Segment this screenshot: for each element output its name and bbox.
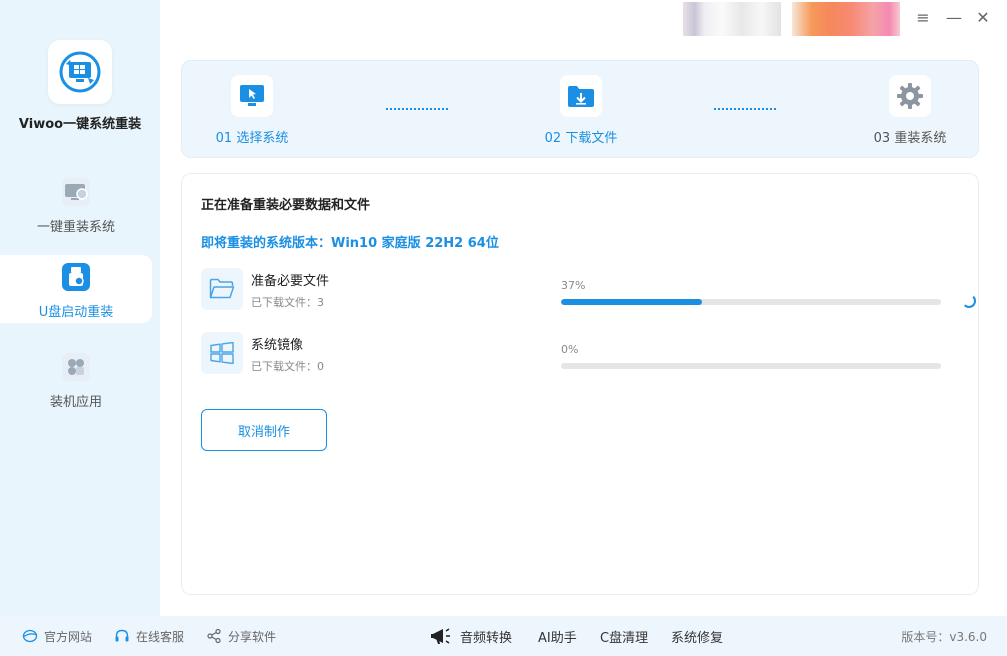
footer-link-label: AI助手 xyxy=(538,630,577,646)
task-row-system-image: 系统镜像 已下载文件：0 0% xyxy=(201,332,961,378)
c-drive-cleanup-link[interactable]: C盘清理 xyxy=(600,616,648,656)
system-version: 即将重装的系统版本：Win10 家庭版 22H2 64位 xyxy=(201,236,499,251)
headset-icon xyxy=(115,629,129,642)
share-icon xyxy=(207,628,221,644)
sidebar-item-usb-reinstall[interactable]: U盘启动重装 xyxy=(0,255,152,323)
sidebar-item-one-click-reinstall[interactable]: 一键重装系统 xyxy=(0,170,152,238)
step-download-files: 02 下载文件 xyxy=(521,75,641,146)
cancel-button[interactable]: 取消制作 xyxy=(201,409,327,451)
footer: 官方网站 在线客服 分享软件 音频转换 AI助手 C盘清理 系统修复 版本号：v… xyxy=(0,616,1007,656)
system-repair-link[interactable]: 系统修复 xyxy=(671,616,723,656)
task-downloaded-count: 已下载文件：0 xyxy=(251,360,324,373)
gear-icon xyxy=(889,75,931,117)
step-select-system: 01 选择系统 xyxy=(192,75,312,146)
main-panel: 正在准备重装必要数据和文件 即将重装的系统版本：Win10 家庭版 22H2 6… xyxy=(181,173,979,595)
step-progress: 01 选择系统 02 下载文件 03 重装系统 xyxy=(181,60,979,158)
footer-link-label: 在线客服 xyxy=(136,629,185,644)
progress-bar xyxy=(561,299,941,305)
version-label: 版本号：v3.6.0 xyxy=(901,630,987,644)
task-name: 系统镜像 xyxy=(251,338,304,353)
blurred-region xyxy=(792,2,900,36)
monitor-refresh-icon xyxy=(62,178,90,206)
task-percent: 0% xyxy=(561,343,579,356)
step-connector xyxy=(386,108,448,110)
task-row-prepare-files: 准备必要文件 已下载文件：3 37% xyxy=(201,268,961,314)
page-title: 正在准备重装必要数据和文件 xyxy=(201,198,371,213)
windows-logo-icon xyxy=(201,332,243,374)
ai-assistant-link[interactable]: AI助手 xyxy=(538,616,577,656)
task-percent: 37% xyxy=(561,279,586,292)
footer-link-label: 系统修复 xyxy=(671,630,724,646)
footer-link-label: C盘清理 xyxy=(600,630,649,646)
task-downloaded-count: 已下载文件：3 xyxy=(251,296,324,309)
task-name: 准备必要文件 xyxy=(251,274,330,289)
footer-link-label: 官方网站 xyxy=(44,629,93,644)
step-label: 03 重装系统 xyxy=(873,131,947,146)
app-logo xyxy=(48,40,112,104)
megaphone-icon xyxy=(431,628,450,644)
minimize-icon[interactable]: — xyxy=(943,6,965,28)
blurred-region xyxy=(683,2,781,36)
progress-bar xyxy=(561,363,941,369)
monitor-cursor-icon xyxy=(231,75,273,117)
app-name: Viwoo一键系统重装 xyxy=(18,117,142,132)
folder-icon xyxy=(201,268,243,310)
progress-fill xyxy=(561,299,702,305)
step-connector xyxy=(714,108,776,110)
folder-download-icon xyxy=(560,75,602,117)
loading-spinner xyxy=(962,294,976,308)
sidebar-item-apps[interactable]: 装机应用 xyxy=(0,345,152,413)
footer-link-label: 音频转换 xyxy=(460,630,513,646)
sidebar: Viwoo一键系统重装 一键重装系统 U盘启动重装 装机应用 xyxy=(0,0,160,616)
step-reinstall-system: 03 重装系统 xyxy=(850,75,970,146)
online-support-link[interactable]: 在线客服 xyxy=(114,616,184,656)
sidebar-item-label: U盘启动重装 xyxy=(38,305,114,320)
globe-icon xyxy=(22,629,38,643)
sidebar-item-label: 装机应用 xyxy=(49,395,102,410)
footer-link-label: 分享软件 xyxy=(228,629,277,644)
close-icon[interactable]: ✕ xyxy=(972,6,994,28)
sidebar-item-label: 一键重装系统 xyxy=(36,220,115,235)
audio-convert-link[interactable]: 音频转换 xyxy=(430,616,512,656)
apps-grid-icon xyxy=(62,353,90,381)
menu-icon[interactable]: ≡ xyxy=(912,6,934,28)
usb-drive-icon xyxy=(62,263,90,291)
share-software-link[interactable]: 分享软件 xyxy=(206,616,276,656)
logo-icon xyxy=(59,51,101,93)
step-label: 01 选择系统 xyxy=(215,131,289,146)
official-website-link[interactable]: 官方网站 xyxy=(22,616,92,656)
step-label: 02 下载文件 xyxy=(544,131,618,146)
